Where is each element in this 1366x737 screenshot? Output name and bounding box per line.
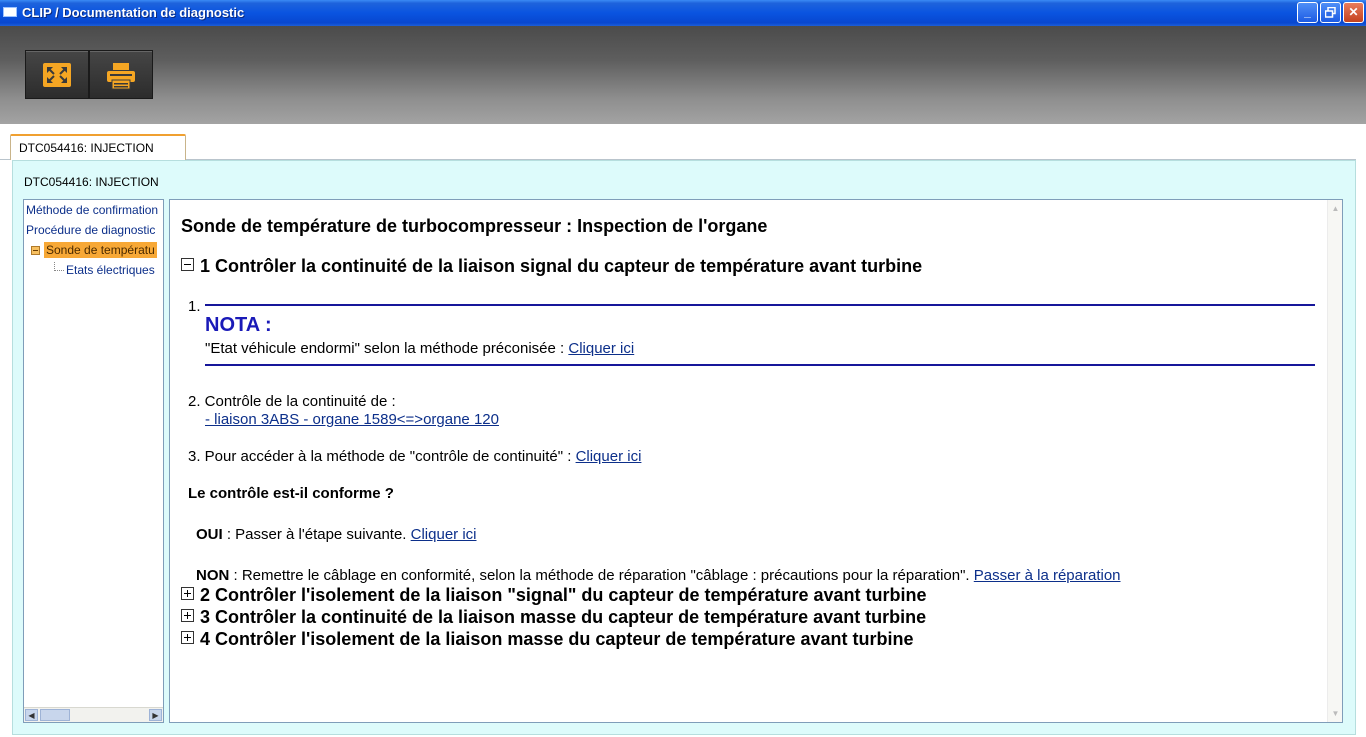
step-4-header[interactable]: 4 Contrôler l'isolement de la liaison ma… <box>181 629 913 650</box>
printer-icon <box>107 63 135 90</box>
step-1-header[interactable]: 1 Contrôler la continuité de la liaison … <box>181 256 922 277</box>
scroll-right-icon[interactable]: ▶ <box>149 709 162 721</box>
page-title: Sonde de température de turbocompresseur… <box>181 216 768 236</box>
scroll-up-icon[interactable]: ▲ <box>1329 202 1342 215</box>
scroll-left-icon[interactable]: ◀ <box>25 709 38 721</box>
close-button[interactable]: ✕ <box>1343 2 1364 23</box>
minimize-icon: _ <box>1304 5 1311 19</box>
nota-title: NOTA : <box>205 314 272 336</box>
content-vertical-scrollbar[interactable]: ▲ ▼ <box>1327 200 1342 722</box>
conformity-question: Le contrôle est-il conforme ? <box>188 485 394 502</box>
collapse-icon[interactable] <box>181 258 194 271</box>
tree-connector <box>54 262 64 271</box>
tree-item-sonde-temperature[interactable]: Sonde de températu <box>44 242 157 258</box>
tab-label: DTC054416: INJECTION <box>19 141 154 155</box>
expand-icon[interactable] <box>181 631 194 644</box>
item-1-number: 1. <box>188 298 201 315</box>
continuity-method-link[interactable]: Cliquer ici <box>576 448 642 465</box>
tree-item-procedure-diagnostic[interactable]: Procédure de diagnostic <box>26 223 155 237</box>
main-panel: DTC054416: INJECTION Méthode de confirma… <box>12 160 1356 735</box>
scroll-down-icon[interactable]: ▼ <box>1329 707 1342 720</box>
document-content: Sonde de température de turbocompresseur… <box>169 199 1343 723</box>
item-3-text: 3. Pour accéder à la méthode de "contrôl… <box>188 448 576 465</box>
nota-top-rule <box>205 304 1315 306</box>
window-title: CLIP / Documentation de diagnostic <box>22 5 245 20</box>
oui-text: : Passer à l'étape suivante. <box>222 526 411 543</box>
maximize-button[interactable] <box>1320 2 1341 23</box>
tab-strip: DTC054416: INJECTION <box>0 124 1366 160</box>
tree-item-methode-confirmation[interactable]: Méthode de confirmation <box>26 203 158 217</box>
fullscreen-button[interactable] <box>25 50 89 99</box>
step-3-label: 3 Contrôler la continuité de la liaison … <box>200 607 927 627</box>
step-2-header[interactable]: 2 Contrôler l'isolement de la liaison "s… <box>181 585 927 606</box>
tree-horizontal-scrollbar[interactable]: ◀ ▶ <box>24 707 163 722</box>
item-3-line: 3. Pour accéder à la méthode de "contrôl… <box>188 448 641 465</box>
step-1-label: 1 Contrôler la continuité de la liaison … <box>200 256 923 276</box>
oui-label: OUI <box>196 526 223 543</box>
item-2-text: 2. Contrôle de la continuité de : <box>188 393 396 410</box>
non-label: NON <box>196 567 230 584</box>
step-4-label: 4 Contrôler l'isolement de la liaison ma… <box>200 629 914 649</box>
minimize-button[interactable]: _ <box>1297 2 1318 23</box>
close-icon: ✕ <box>1348 5 1359 19</box>
tab-dtc054416-injection[interactable]: DTC054416: INJECTION <box>10 134 186 160</box>
tree-collapse-icon[interactable] <box>31 246 40 255</box>
navigation-tree: Méthode de confirmation Procédure de dia… <box>23 199 164 723</box>
step-3-header[interactable]: 3 Contrôler la continuité de la liaison … <box>181 607 926 628</box>
toolbar <box>0 26 1366 124</box>
fullscreen-icon <box>43 63 71 87</box>
next-step-link[interactable]: Cliquer ici <box>411 526 477 543</box>
panel-title: DTC054416: INJECTION <box>24 175 159 189</box>
liaison-link[interactable]: - liaison 3ABS - organe 1589<=>organe 12… <box>205 411 499 428</box>
expand-icon[interactable] <box>181 587 194 600</box>
nota-text: "Etat véhicule endormi" selon la méthode… <box>205 340 569 357</box>
answer-non: NON : Remettre le câblage en conformité,… <box>196 567 1121 584</box>
nota-link[interactable]: Cliquer ici <box>568 340 634 357</box>
nota-line: "Etat véhicule endormi" selon la méthode… <box>205 340 634 357</box>
answer-oui: OUI : Passer à l'étape suivante. Cliquer… <box>196 526 477 543</box>
window-title-bar: CLIP / Documentation de diagnostic _ ✕ <box>0 0 1366 26</box>
print-button[interactable] <box>89 50 153 99</box>
expand-icon[interactable] <box>181 609 194 622</box>
tree-item-etats-electriques[interactable]: Etats électriques <box>66 263 155 277</box>
repair-link[interactable]: Passer à la réparation <box>974 567 1121 584</box>
app-window-icon <box>3 7 17 17</box>
step-2-label: 2 Contrôler l'isolement de la liaison "s… <box>200 585 927 605</box>
nota-bottom-rule <box>205 364 1315 366</box>
non-text: : Remettre le câblage en conformité, sel… <box>229 567 974 584</box>
scrollbar-thumb[interactable] <box>40 709 70 721</box>
restore-icon <box>1325 7 1336 18</box>
